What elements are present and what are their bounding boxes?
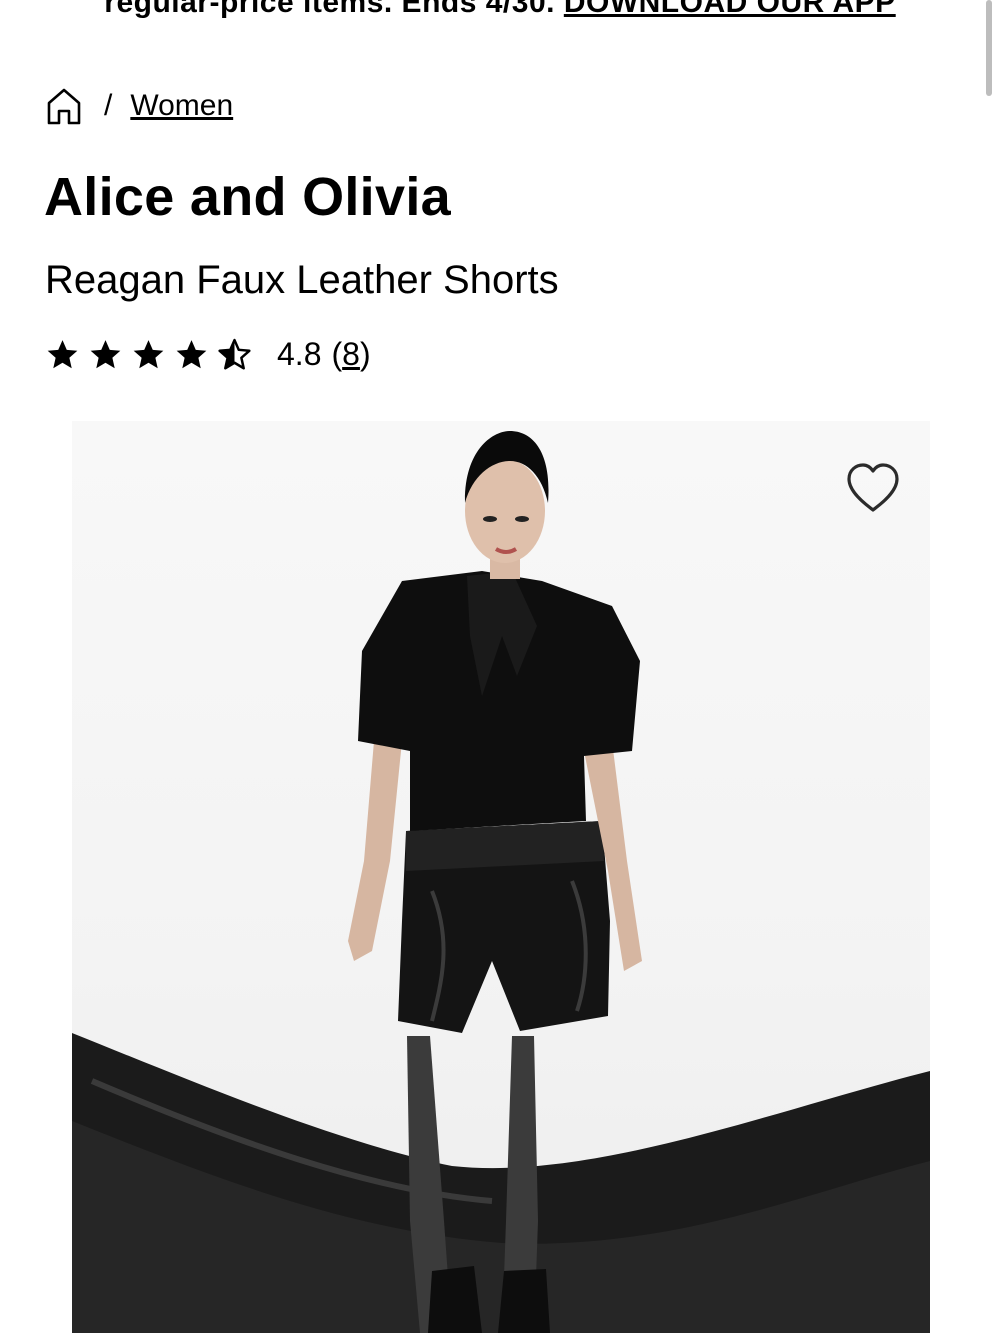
breadcrumb-women-link[interactable]: Women	[130, 89, 233, 123]
star-full-icon	[133, 339, 164, 368]
scrollbar[interactable]	[986, 0, 992, 96]
product-image[interactable]	[72, 421, 930, 1333]
brand-name[interactable]: Alice and Olivia	[44, 166, 451, 228]
star-full-icon	[47, 339, 78, 368]
star-rating	[46, 338, 251, 371]
product-photo	[72, 431, 930, 1333]
download-app-link[interactable]: DOWNLOAD OUR APP	[564, 0, 896, 19]
review-count-link[interactable]: (8)	[331, 336, 370, 373]
star-half-icon	[218, 338, 251, 369]
promo-text: regular-price items. Ends 4/30.	[104, 0, 555, 19]
breadcrumb-separator: /	[104, 89, 113, 122]
product-title: Reagan Faux Leather Shorts	[45, 258, 559, 302]
rating-summary[interactable]: 4.8 (8)	[46, 332, 371, 376]
promo-banner: regular-price items. Ends 4/30. DOWNLOAD…	[0, 0, 1000, 24]
star-full-icon	[90, 339, 121, 368]
review-count[interactable]: 8	[342, 336, 360, 372]
wishlist-button[interactable]	[845, 462, 901, 514]
home-icon[interactable]	[46, 86, 82, 126]
rating-value: 4.8	[277, 335, 322, 372]
star-full-icon	[176, 339, 207, 368]
breadcrumb: / Women	[46, 84, 233, 128]
heart-outline-icon	[847, 463, 899, 512]
